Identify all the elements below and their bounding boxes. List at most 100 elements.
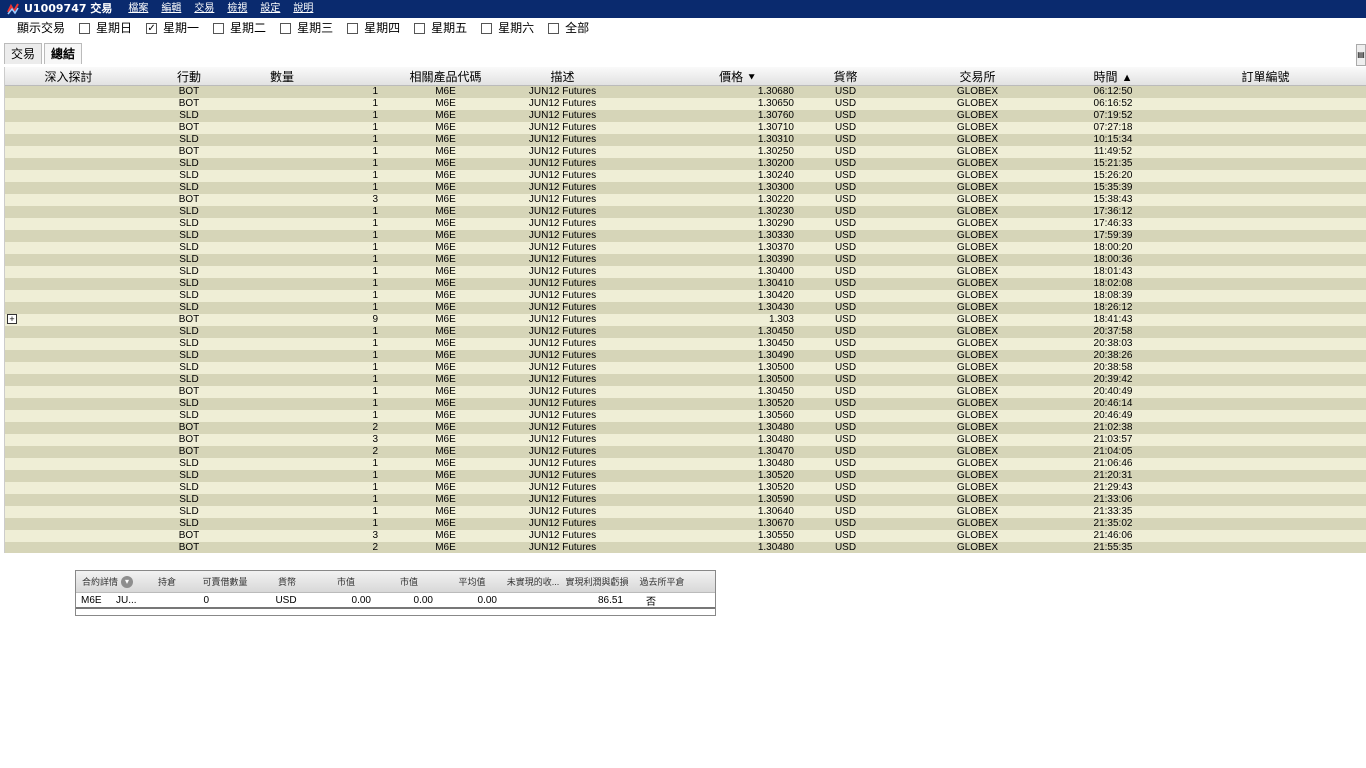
table-row[interactable]: + BOT 9 M6E JUN12 Futures 1.303 USD GLOBEX 18:41…	[5, 314, 1366, 326]
cell-price: 1.30760	[757, 110, 794, 121]
table-row[interactable]: SLD 1 M6E JUN12 Futures 1.30480 USD GLOBEX 21:0…	[5, 458, 1366, 470]
menu-help[interactable]: 說明	[293, 0, 313, 18]
menu-trade[interactable]: 交易	[194, 0, 214, 18]
table-row[interactable]: SLD 1 M6E JUN12 Futures 1.30240 USD GLOBEX 15:2…	[5, 170, 1366, 182]
cell-drilldown	[5, 254, 132, 266]
day-option[interactable]: 全部	[548, 19, 589, 37]
cell-currency: USD	[834, 542, 857, 553]
menu-edit[interactable]: 編輯	[161, 0, 181, 18]
table-row[interactable]: SLD 1 M6E JUN12 Futures 1.30450 USD GLOBEX 20:3…	[5, 326, 1366, 338]
day-option[interactable]: 星期六	[481, 19, 534, 37]
day-option[interactable]: 星期日	[79, 19, 132, 37]
table-row[interactable]: SLD 1 M6E JUN12 Futures 1.30330 USD GLOBEX 17:5…	[5, 230, 1366, 242]
table-row[interactable]: SLD 1 M6E JUN12 Futures 1.30760 USD GLOBEX 07:1…	[5, 110, 1366, 122]
table-row[interactable]: SLD 1 M6E JUN12 Futures 1.30500 USD GLOBEX 20:3…	[5, 362, 1366, 374]
day-option[interactable]: 星期二	[213, 19, 266, 37]
col-header-currency[interactable]: 貨幣	[798, 67, 893, 86]
table-row[interactable]: SLD 1 M6E JUN12 Futures 1.30430 USD GLOBEX 18:2…	[5, 302, 1366, 314]
table-row[interactable]: SLD 1 M6E JUN12 Futures 1.30200 USD GLOBEX 15:2…	[5, 158, 1366, 170]
checkbox[interactable]	[548, 22, 560, 34]
checkbox[interactable]	[280, 22, 292, 34]
col-header-quantity[interactable]: 數量	[246, 67, 382, 86]
pf-symbol: M6E	[81, 594, 102, 606]
day-option[interactable]: 星期四	[347, 19, 400, 37]
table-row[interactable]: SLD 1 M6E JUN12 Futures 1.30490 USD GLOBEX 20:3…	[5, 350, 1366, 362]
col-header-order-id[interactable]: 訂單編號	[1164, 67, 1366, 86]
checkbox[interactable]	[79, 22, 91, 34]
cell-quantity: 2	[372, 422, 378, 433]
menu-settings[interactable]: 設定	[260, 0, 280, 18]
checkbox[interactable]: ✓	[146, 22, 158, 34]
pf-col-market-value[interactable]: 市值	[314, 575, 378, 588]
pf-col-market-value-2[interactable]: 市值	[378, 575, 440, 588]
pf-col-realized[interactable]: 實現利潤與虧損	[562, 575, 632, 588]
table-row[interactable]: SLD 1 M6E JUN12 Futures 1.30450 USD GLOBEX 20:3…	[5, 338, 1366, 350]
day-option[interactable]: ✓ 星期一	[146, 19, 199, 37]
portfolio-row[interactable]: M6E JU... 0 USD 0.00 0.00 0.00 86.51 否	[76, 593, 715, 608]
day-option[interactable]: 星期五	[414, 19, 467, 37]
col-header-price[interactable]: 價格 ⯆	[616, 67, 798, 86]
cell-time: 21:55:35	[1093, 542, 1133, 553]
cell-action: BOT	[178, 446, 200, 457]
col-header-symbol[interactable]: 相關產品代碼	[382, 67, 509, 86]
table-row[interactable]: SLD 1 M6E JUN12 Futures 1.30390 USD GLOBEX 18:0…	[5, 254, 1366, 266]
table-row[interactable]: BOT 1 M6E JUN12 Futures 1.30680 USD GLOBEX 06:1…	[5, 85, 1366, 98]
checkbox[interactable]	[347, 22, 359, 34]
pf-col-shortable[interactable]: 可賣借數量	[190, 575, 260, 588]
table-row[interactable]: BOT 1 M6E JUN12 Futures 1.30250 USD GLOBEX 11:4…	[5, 146, 1366, 158]
pf-col-average[interactable]: 平均值	[440, 575, 504, 588]
cell-symbol: M6E	[435, 374, 456, 385]
table-row[interactable]: BOT 2 M6E JUN12 Futures 1.30480 USD GLOBEX 21:5…	[5, 542, 1366, 553]
table-row[interactable]: SLD 1 M6E JUN12 Futures 1.30370 USD GLOBEX 18:0…	[5, 242, 1366, 254]
table-row[interactable]: SLD 1 M6E JUN12 Futures 1.30670 USD GLOBEX 21:3…	[5, 518, 1366, 530]
table-row[interactable]: SLD 1 M6E JUN12 Futures 1.30420 USD GLOBEX 18:0…	[5, 290, 1366, 302]
table-row[interactable]: BOT 1 M6E JUN12 Futures 1.30650 USD GLOBEX 06:1…	[5, 98, 1366, 110]
table-row[interactable]: BOT 2 M6E JUN12 Futures 1.30470 USD GLOBEX 21:0…	[5, 446, 1366, 458]
table-row[interactable]: BOT 1 M6E JUN12 Futures 1.30710 USD GLOBEX 07:2…	[5, 122, 1366, 134]
table-row[interactable]: SLD 1 M6E JUN12 Futures 1.30590 USD GLOBEX 21:3…	[5, 494, 1366, 506]
pf-col-position[interactable]: 持倉	[144, 575, 190, 588]
checkbox[interactable]	[414, 22, 426, 34]
day-option[interactable]: 星期三	[280, 19, 333, 37]
table-row[interactable]: BOT 3 M6E JUN12 Futures 1.30550 USD GLOBEX 21:4…	[5, 530, 1366, 542]
pf-col-unrealized[interactable]: 未實現的收...	[504, 575, 562, 588]
pf-col-currency[interactable]: 貨幣	[260, 575, 314, 588]
table-row[interactable]: BOT 3 M6E JUN12 Futures 1.30220 USD GLOBEX 15:3…	[5, 194, 1366, 206]
table-row[interactable]: SLD 1 M6E JUN12 Futures 1.30560 USD GLOBEX 20:4…	[5, 410, 1366, 422]
table-row[interactable]: BOT 2 M6E JUN12 Futures 1.30480 USD GLOBEX 21:0…	[5, 422, 1366, 434]
tab-summary[interactable]: 總結	[44, 43, 83, 64]
col-header-description[interactable]: 描述	[509, 67, 616, 86]
table-row[interactable]: SLD 1 M6E JUN12 Futures 1.30520 USD GLOBEX 20:4…	[5, 398, 1366, 410]
cell-drilldown	[5, 434, 132, 446]
panel-options-icon[interactable]: ▤	[1356, 44, 1366, 66]
table-row[interactable]: SLD 1 M6E JUN12 Futures 1.30520 USD GLOBEX 21:2…	[5, 482, 1366, 494]
table-row[interactable]: SLD 1 M6E JUN12 Futures 1.30410 USD GLOBEX 18:0…	[5, 278, 1366, 290]
tab-trades[interactable]: 交易	[4, 43, 43, 64]
table-row[interactable]: SLD 1 M6E JUN12 Futures 1.30290 USD GLOBEX 17:4…	[5, 218, 1366, 230]
table-row[interactable]: SLD 1 M6E JUN12 Futures 1.30400 USD GLOBEX 18:0…	[5, 266, 1366, 278]
table-row[interactable]: SLD 1 M6E JUN12 Futures 1.30300 USD GLOBEX 15:3…	[5, 182, 1366, 194]
col-header-action[interactable]: 行動	[132, 67, 246, 86]
table-row[interactable]: SLD 1 M6E JUN12 Futures 1.30310 USD GLOBEX 10:1…	[5, 134, 1366, 146]
checkbox[interactable]	[481, 22, 493, 34]
cell-quantity: 1	[372, 518, 378, 529]
pf-col-contract[interactable]: 合約詳情 ▾	[76, 575, 144, 589]
table-row[interactable]: SLD 1 M6E JUN12 Futures 1.30230 USD GLOBEX 17:3…	[5, 206, 1366, 218]
col-header-exchange[interactable]: 交易所	[893, 67, 1062, 86]
col-header-time[interactable]: 時間 ▲	[1062, 67, 1164, 86]
cell-description: JUN12 Futures	[528, 386, 597, 397]
menu-view[interactable]: 檢視	[227, 0, 247, 18]
table-row[interactable]: SLD 1 M6E JUN12 Futures 1.30500 USD GLOBEX 20:3…	[5, 374, 1366, 386]
cell-currency: USD	[834, 398, 857, 409]
table-row[interactable]: BOT 3 M6E JUN12 Futures 1.30480 USD GLOBEX 21:0…	[5, 434, 1366, 446]
checkbox[interactable]	[213, 22, 225, 34]
pf-col-closed[interactable]: 過去所平倉	[632, 575, 692, 588]
table-row[interactable]: SLD 1 M6E JUN12 Futures 1.30640 USD GLOBEX 21:3…	[5, 506, 1366, 518]
table-row[interactable]: SLD 1 M6E JUN12 Futures 1.30520 USD GLOBEX 21:2…	[5, 470, 1366, 482]
dropdown-circle-icon[interactable]: ▾	[121, 576, 134, 589]
menu-file[interactable]: 檔案	[128, 0, 148, 18]
table-row[interactable]: BOT 1 M6E JUN12 Futures 1.30450 USD GLOBEX 20:4…	[5, 386, 1366, 398]
expand-icon[interactable]: +	[7, 314, 17, 324]
col-header-drilldown[interactable]: 深入探討	[5, 67, 132, 86]
cell-description: JUN12 Futures	[528, 218, 597, 229]
